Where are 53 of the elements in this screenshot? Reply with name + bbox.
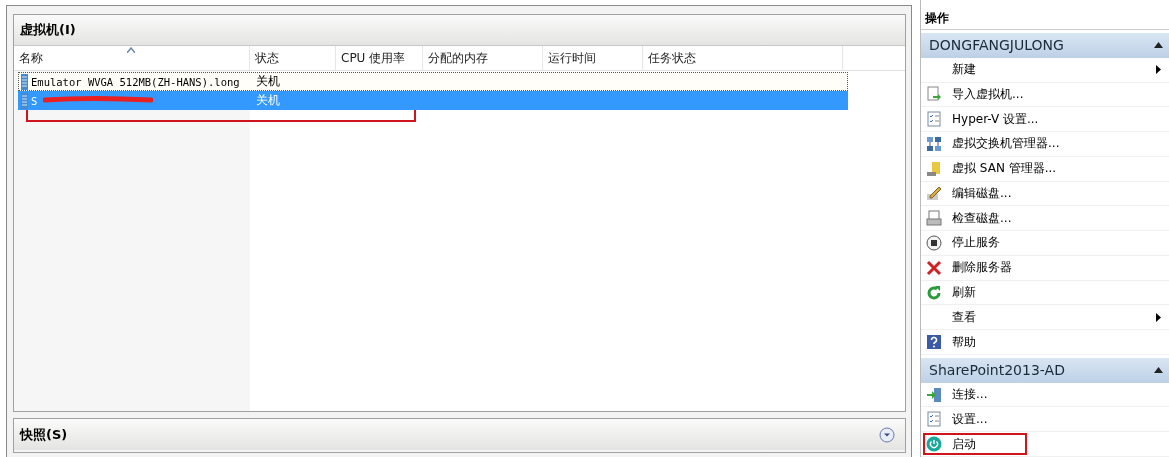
action-item[interactable]: 虚拟 SAN 管理器... — [921, 156, 1169, 182]
action-item[interactable]: 帮助 — [921, 330, 1169, 355]
vm-state: 关机 — [255, 73, 281, 90]
collapse-icon[interactable] — [1154, 367, 1163, 374]
panel-title: 快照(S) — [20, 425, 68, 444]
refresh-icon — [926, 284, 943, 301]
action-item[interactable]: 编辑磁盘... — [921, 181, 1169, 207]
help-icon — [926, 334, 943, 351]
pencil-icon — [926, 185, 943, 202]
vm-name: Emulator WVGA 512MB(ZH-HANS).long — [31, 75, 240, 88]
action-item[interactable]: 刷新 — [921, 280, 1169, 306]
network-icon — [926, 135, 943, 152]
stop-icon — [926, 235, 943, 251]
group-header[interactable]: SharePoint2013-AD — [921, 356, 1169, 383]
action-item[interactable]: 查看 — [921, 305, 1169, 331]
action-item[interactable]: 设置... — [921, 407, 1169, 433]
column-header[interactable]: 运行时间 — [543, 46, 643, 70]
column-header[interactable]: 任务状态 — [643, 46, 843, 70]
panel-title: 虚拟机(I) — [20, 21, 76, 39]
column-header[interactable]: 状态 — [250, 46, 336, 70]
action-item[interactable]: 停止服务 — [921, 231, 1169, 256]
document-arrow-icon — [926, 86, 943, 103]
column-header[interactable]: 分配的内存 — [423, 46, 543, 70]
action-item[interactable]: 检查磁盘... — [921, 206, 1169, 232]
action-item[interactable]: Hyper-V 设置... — [921, 107, 1169, 133]
action-item[interactable]: 启动 — [921, 432, 1169, 457]
disk-icon — [926, 210, 943, 227]
column-header[interactable]: 名称 — [14, 46, 250, 70]
group-title: SharePoint2013-AD — [929, 362, 1065, 379]
action-item[interactable]: 连接... — [921, 382, 1169, 408]
pane-title: 操作 — [921, 8, 1169, 30]
vm-state: 关机 — [255, 92, 281, 109]
server-arrow-icon — [926, 386, 943, 403]
vm-icon — [21, 92, 28, 109]
action-item[interactable]: 删除服务器 — [921, 255, 1169, 281]
submenu-arrow-icon — [1156, 65, 1161, 75]
submenu-arrow-icon — [1156, 312, 1161, 322]
column-header[interactable]: CPU 使用率 — [336, 46, 423, 70]
checklist-icon — [926, 111, 943, 128]
expand-icon[interactable] — [879, 426, 896, 443]
collapse-icon[interactable] — [1154, 42, 1163, 49]
group-title: DONGFANGJULONG — [929, 37, 1064, 54]
action-item[interactable]: 导入虚拟机... — [921, 82, 1169, 108]
power-icon — [926, 436, 943, 453]
close-icon — [926, 259, 943, 276]
group-header[interactable]: DONGFANGJULONG — [921, 32, 1169, 58]
action-item[interactable]: 虚拟交换机管理器... — [921, 132, 1169, 157]
vm-row[interactable]: Emulator WVGA 512MB(ZH-HANS).long 关机 — [18, 72, 848, 91]
vm-name: S — [31, 94, 38, 107]
vm-icon — [21, 73, 28, 90]
action-item[interactable]: 新建 — [921, 57, 1169, 83]
checklist-icon — [926, 411, 943, 428]
storage-icon — [926, 160, 943, 177]
